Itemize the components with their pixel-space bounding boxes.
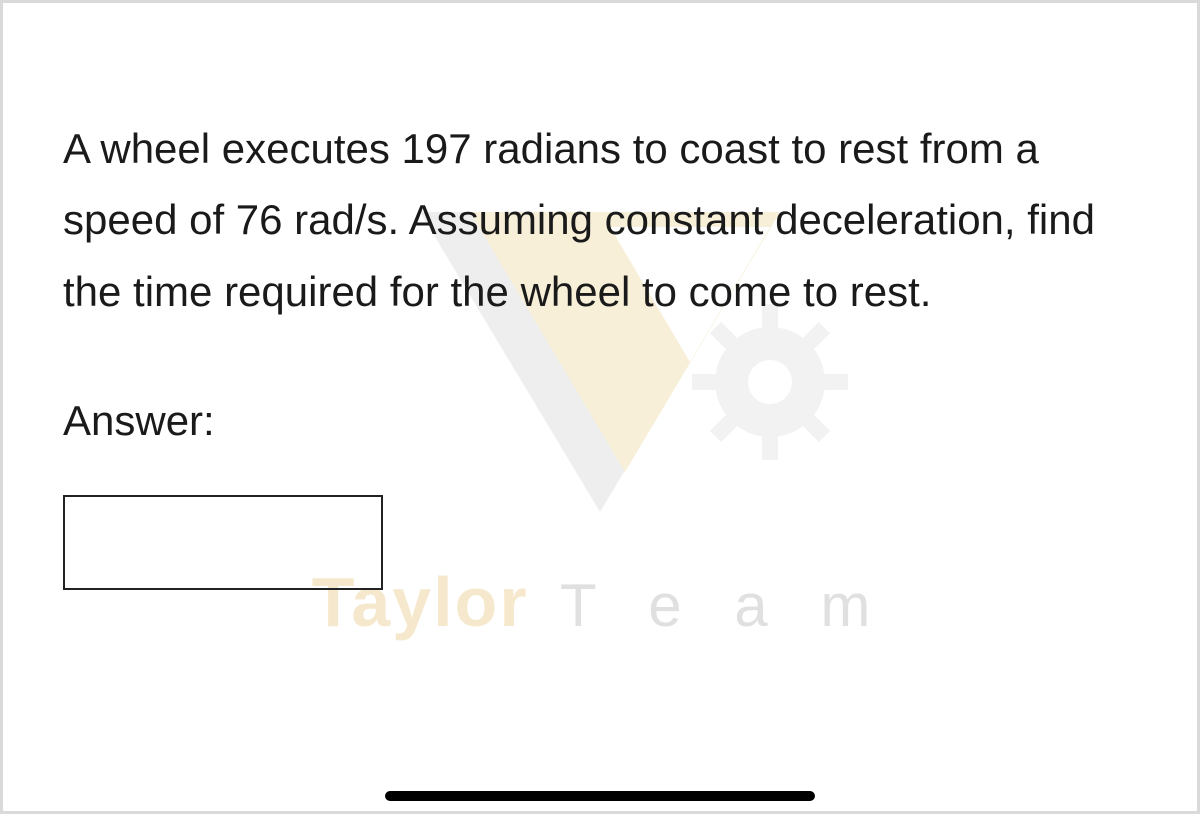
question-card: Taylor T e a m A wheel executes 197 radi… [0,0,1200,814]
answer-label: Answer: [63,397,1137,445]
bottom-handle [385,791,815,801]
watermark-sub: T e a m [560,572,888,639]
question-text: A wheel executes 197 radians to coast to… [63,113,1137,327]
answer-input[interactable] [63,495,383,590]
